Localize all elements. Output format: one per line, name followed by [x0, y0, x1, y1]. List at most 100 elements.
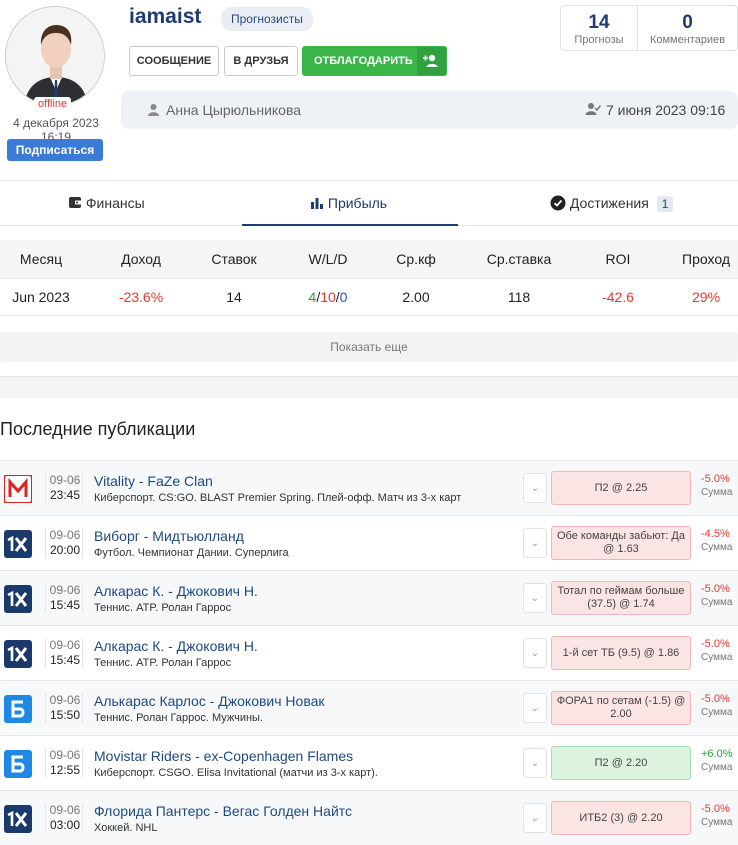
tab-label: Финансы — [85, 195, 145, 211]
bet-result: +6.0% Сумма — [701, 748, 733, 774]
column-header: Ср.кф — [396, 251, 436, 267]
expand-button[interactable]: ⌄ — [523, 803, 547, 833]
publication-row[interactable]: 09-06 20:00 Виборг - Мидтьюлланд Футбол. Че… — [0, 515, 738, 570]
stat-label: Прогнозы — [574, 34, 624, 46]
avatar[interactable] — [5, 6, 105, 106]
show-more-button[interactable]: Показать еще — [0, 332, 738, 362]
section-title: Последние публикации — [0, 419, 196, 439]
sum-label: Сумма — [701, 762, 733, 773]
publication-date: 7 июня 2023 09:16 — [606, 102, 726, 118]
betcity-logo-icon — [4, 695, 32, 723]
event-date: 09-06 — [49, 803, 81, 817]
onexbet-logo-icon — [4, 585, 32, 613]
result-percent: -5.0% — [701, 583, 730, 595]
cell-avg-stake: 118 — [507, 289, 531, 305]
event-subtitle: Футбол. Чемпионат Дании. Суперлига — [94, 547, 289, 559]
event-date: 09-06 — [49, 638, 81, 652]
event-title-link[interactable]: Vitality - FaZe Clan — [94, 473, 213, 489]
event-title-link[interactable]: Алькарас Карлос - Джокович Новак — [94, 693, 325, 709]
cell-pass: 29% — [691, 289, 721, 305]
result-percent: +6.0% — [701, 748, 733, 760]
active-tab-indicator — [242, 224, 458, 226]
event-date: 09-06 — [49, 528, 81, 542]
message-button[interactable]: СООБЩЕНИЕ — [129, 46, 219, 76]
stat-comments[interactable]: 0 Комментариев — [638, 6, 737, 50]
cell-income: -23.6% — [118, 289, 164, 305]
publication-datetime: 09-06 15:45 — [45, 583, 83, 613]
event-title-link[interactable]: Флорида Пантерс - Вегас Голден Найтс — [94, 803, 352, 819]
event-subtitle: Теннис. ATP. Ролан Гаррос — [94, 657, 232, 669]
onexbet-logo-icon — [4, 640, 32, 668]
bet-result: -5.0% Сумма — [701, 638, 732, 664]
expand-button[interactable]: ⌄ — [523, 693, 547, 723]
column-header: Проход — [682, 251, 730, 267]
stat-label: Комментариев — [649, 34, 726, 46]
expand-button[interactable]: ⌄ — [523, 473, 547, 503]
publication-row[interactable]: 09-06 12:55 Movistar Riders - ex-Copenhage… — [0, 735, 738, 790]
event-title-link[interactable]: Виборг - Мидтьюлланд — [94, 528, 244, 544]
author-name: Анна Цырюльникова — [166, 102, 302, 118]
publication-row[interactable]: 09-06 03:00 Флорида Пантерс - Вегас Голден… — [0, 790, 738, 845]
event-subtitle: Киберспорт. CS:GO. BLAST Premier Spring.… — [94, 492, 462, 504]
thank-button[interactable]: ОТБЛАГОДАРИТЬ — [302, 46, 447, 76]
cell-roi: -42.6 — [602, 289, 634, 305]
column-header: W/L/D — [308, 251, 348, 267]
chevron-down-icon: ⌄ — [530, 813, 540, 824]
publication-datetime: 09-06 12:55 — [45, 748, 83, 778]
subscribe-button[interactable]: Подписаться — [7, 139, 103, 161]
publication-row[interactable]: 09-06 15:45 Алкарас К. - Джокович Н. Теннис… — [0, 570, 738, 625]
publication-row[interactable]: 09-06 15:50 Алькарас Карлос - Джокович Нов… — [0, 680, 738, 735]
bet-box: ФОРА1 по сетам (-1.5) @ 2.00 — [551, 691, 691, 725]
draws-count: 0 — [339, 289, 348, 305]
publication-row[interactable]: 09-06 15:45 Алкарас К. - Джокович Н. Теннис… — [0, 625, 738, 680]
event-title-link[interactable]: Алкарас К. - Джокович Н. — [94, 583, 258, 599]
bet-box: Обе команды забьют: Да @ 1.63 — [551, 526, 691, 560]
column-header: Доход — [121, 251, 161, 267]
publication-row[interactable]: 09-06 23:45 Vitality - FaZe Clan Киберспорт… — [0, 460, 738, 515]
add-friend-button[interactable]: В ДРУЗЬЯ — [224, 46, 298, 76]
expand-button[interactable]: ⌄ — [523, 528, 547, 558]
bet-result: -5.0% Сумма — [701, 803, 732, 829]
bar-chart-icon — [310, 195, 324, 211]
tab-profit[interactable]: Прибыль — [310, 195, 387, 211]
tab-label: Прибыль — [327, 195, 388, 211]
profile-stats: 14 Прогнозы 0 Комментариев — [560, 5, 738, 51]
event-time: 15:45 — [49, 653, 81, 667]
event-subtitle: Киберспорт. CSGO. Elisa Invitational (ма… — [94, 767, 378, 779]
event-title-link[interactable]: Movistar Riders - ex-Copenhagen Flames — [94, 748, 353, 764]
wallet-icon — [68, 195, 82, 211]
publication-datetime: 09-06 20:00 — [45, 528, 83, 558]
bet-result: -5.0% Сумма — [701, 473, 732, 499]
expand-button[interactable]: ⌄ — [523, 583, 547, 613]
role-badge[interactable]: Прогнозисты — [221, 7, 313, 31]
expand-button[interactable]: ⌄ — [523, 638, 547, 668]
event-subtitle: Теннис. ATP. Ролан Гаррос — [94, 602, 232, 614]
bet-result: -5.0% Сумма — [701, 583, 732, 609]
bet-result: -4.5% Сумма — [701, 528, 732, 554]
betcity-logo-icon — [4, 750, 32, 778]
event-time: 12:55 — [49, 763, 81, 777]
chevron-down-icon: ⌄ — [530, 703, 540, 714]
bet-box: П2 @ 2.25 — [551, 471, 691, 505]
result-percent: -5.0% — [701, 638, 730, 650]
result-percent: -4.5% — [701, 528, 730, 540]
event-date: 09-06 — [49, 583, 81, 597]
publication-datetime: 09-06 03:00 — [45, 803, 83, 833]
tab-achievements[interactable]: Достижения 1 — [550, 195, 674, 212]
chevron-down-icon: ⌄ — [530, 648, 540, 659]
sum-label: Сумма — [701, 597, 733, 608]
result-percent: -5.0% — [701, 803, 730, 815]
cell-avg-coef: 2.00 — [402, 289, 430, 305]
event-time: 23:45 — [49, 488, 81, 502]
expand-button[interactable]: ⌄ — [523, 748, 547, 778]
losses-count: 10 — [320, 289, 336, 305]
stat-forecasts[interactable]: 14 Прогнозы — [561, 6, 638, 50]
tab-finances[interactable]: Финансы — [68, 195, 145, 211]
column-header: ROI — [605, 251, 631, 267]
event-title-link[interactable]: Алкарас К. - Джокович Н. — [94, 638, 258, 654]
user-check-icon — [585, 102, 602, 121]
username[interactable]: iamaist — [129, 5, 201, 29]
wins-count: 4 — [308, 289, 317, 305]
stat-value: 0 — [682, 12, 693, 33]
thank-button-label: ОТБЛАГОДАРИТЬ — [314, 55, 413, 67]
